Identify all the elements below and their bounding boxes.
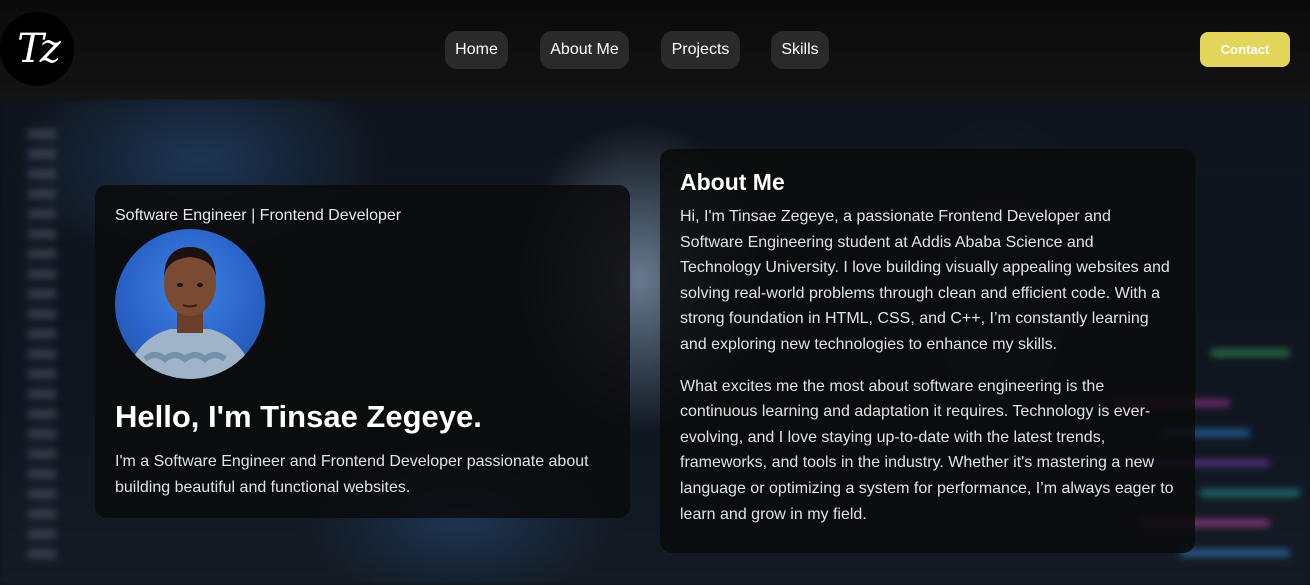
site-header: Tz Home About Me Projects Skills Contact (0, 0, 1310, 99)
background-code-gutter (28, 129, 56, 569)
about-paragraph: What excites me the most about software … (680, 377, 1174, 523)
about-card: About Me Hi, I'm Tinsae Zegeye, a passio… (660, 149, 1195, 553)
hero-title: Hello, I'm Tinsae Zegeye. (115, 399, 482, 434)
hero-description: I'm a Software Engineer and Frontend Dev… (115, 453, 589, 496)
nav-item-projects[interactable]: Projects (661, 31, 740, 69)
background-code-line (1210, 349, 1290, 357)
hero-card: Software Engineer | Frontend Developer H… (95, 185, 630, 518)
background-code-line (1200, 489, 1300, 497)
background-code-line (1180, 549, 1290, 557)
avatar (115, 229, 265, 379)
nav-item-home[interactable]: Home (445, 31, 508, 69)
main-nav: Home About Me Projects Skills (0, 31, 1310, 69)
hero-tagline: Software Engineer | Frontend Developer (115, 207, 402, 224)
about-title: About Me (680, 169, 785, 195)
about-paragraph: Hi, I'm Tinsae Zegeye, a passionate Fron… (680, 208, 1170, 353)
nav-item-skills[interactable]: Skills (771, 31, 829, 69)
contact-button[interactable]: Contact (1200, 32, 1290, 67)
avatar-photo (125, 247, 255, 379)
nav-item-about-me[interactable]: About Me (540, 31, 629, 69)
